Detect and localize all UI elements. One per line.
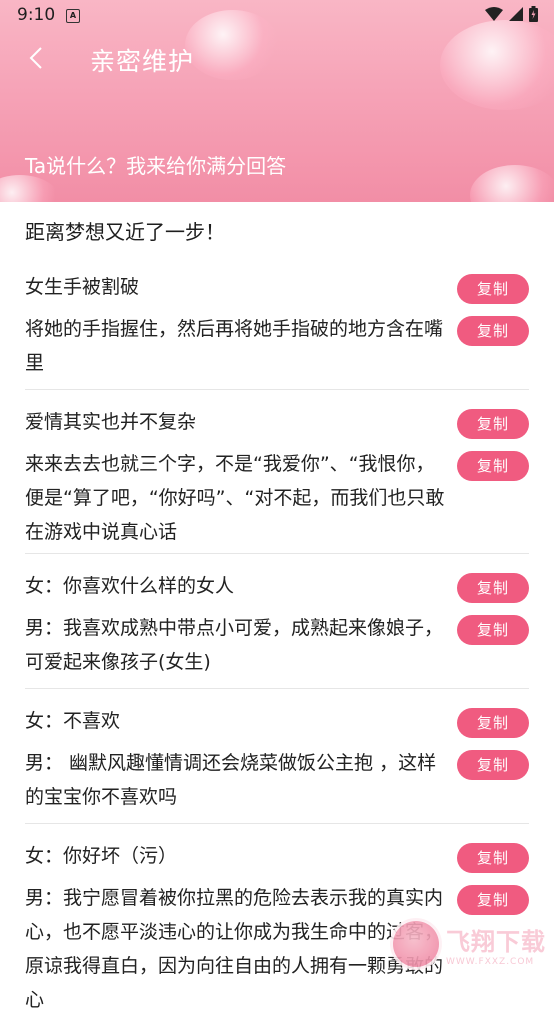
chevron-left-icon: [29, 47, 42, 69]
header-subtitle: Ta说什么？我来给你满分回答: [25, 154, 287, 178]
back-button[interactable]: [22, 42, 50, 74]
question-text: 爱情其实也并不复杂: [25, 411, 197, 433]
answer-text: 男：我喜欢成熟中带点小可爱，成熟起来像娘子，可爱起来像孩子(女生): [25, 617, 444, 673]
copy-button[interactable]: 复制: [457, 885, 529, 915]
header: 9:10 A 亲密维护 Ta说什么？我来给你满分回答: [0, 0, 554, 202]
intro-text: 距离梦想又近了一步！: [25, 220, 225, 244]
status-bar: 9:10 A: [0, 0, 554, 32]
list-item: 爱情其实也并不复杂 复制 来来去去也就三个字，不是“我爱你”、“我恨你，便是“算…: [25, 405, 529, 545]
copy-button[interactable]: 复制: [457, 843, 529, 873]
answer-text: 男： 幽默风趣懂情调还会烧菜做饭公主抱 ，这样的宝宝你不喜欢吗: [25, 752, 437, 808]
divider: [25, 823, 529, 824]
divider: [25, 688, 529, 689]
question-text: 女：不喜欢: [25, 710, 121, 732]
watermark-text: 飞翔下载: [446, 927, 546, 956]
list-item: 女：你喜欢什么样的女人 复制 男：我喜欢成熟中带点小可爱，成熟起来像娘子，可爱起…: [25, 569, 529, 679]
notification-icon: A: [66, 9, 80, 23]
watermark: 飞翔下载 WWW.FXXZ.COM: [390, 918, 546, 970]
question-text: 女生手被割破: [25, 276, 140, 298]
content-area: 距离梦想又近了一步！ 女生手被割破 复制 将她的手指握住，然后再将她手指破的地方…: [0, 202, 554, 1011]
answer-text: 将她的手指握住，然后再将她手指破的地方含在嘴里: [25, 318, 444, 374]
copy-button[interactable]: 复制: [457, 451, 529, 481]
heart-decoration: [470, 165, 554, 202]
status-icons: [485, 6, 538, 22]
watermark-url: WWW.FXXZ.COM: [446, 956, 535, 967]
question-text: 女：你好坏（污）: [25, 845, 178, 867]
question-text: 女：你喜欢什么样的女人: [25, 575, 235, 597]
watermark-text-group: 飞翔下载 WWW.FXXZ.COM: [446, 922, 546, 967]
status-time: 9:10: [17, 5, 56, 25]
wifi-icon: [485, 7, 503, 21]
heart-decoration: [440, 20, 554, 110]
watermark-logo-icon: [390, 918, 442, 970]
copy-button[interactable]: 复制: [457, 316, 529, 346]
copy-button[interactable]: 复制: [457, 274, 529, 304]
answer-text: 男：我宁愿冒着被你拉黑的危险去表示我的真实内心，也不愿平淡违心的让你成为我生命中…: [25, 887, 444, 1011]
divider: [25, 553, 529, 554]
signal-icon: [509, 7, 523, 21]
page-title: 亲密维护: [90, 47, 195, 76]
battery-icon: [529, 6, 538, 22]
copy-button[interactable]: 复制: [457, 708, 529, 738]
copy-button[interactable]: 复制: [457, 750, 529, 780]
heart-decoration: [0, 175, 60, 202]
copy-button[interactable]: 复制: [457, 409, 529, 439]
copy-button[interactable]: 复制: [457, 615, 529, 645]
copy-button[interactable]: 复制: [457, 573, 529, 603]
answer-text: 来来去去也就三个字，不是“我爱你”、“我恨你，便是“算了吧，“你好吗”、“对不起…: [25, 453, 445, 543]
list-item: 女生手被割破 复制 将她的手指握住，然后再将她手指破的地方含在嘴里 复制: [25, 270, 529, 380]
list-item: 女：不喜欢 复制 男： 幽默风趣懂情调还会烧菜做饭公主抱 ，这样的宝宝你不喜欢吗…: [25, 704, 529, 814]
divider: [25, 389, 529, 390]
